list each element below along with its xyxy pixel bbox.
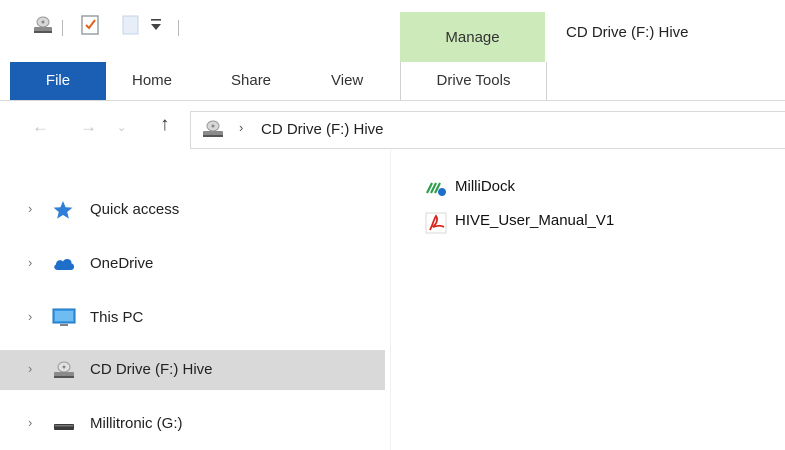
- sidebar-item-quick-access[interactable]: › Quick access: [0, 190, 385, 230]
- new-folder-icon[interactable]: [122, 14, 140, 41]
- monitor-icon: [52, 308, 76, 328]
- sidebar-item-label: Millitronic (G:): [90, 415, 183, 432]
- recent-locations-chevron-icon[interactable]: ⌄: [117, 121, 126, 134]
- sidebar-item-label: OneDrive: [90, 255, 154, 272]
- cd-drive-icon: [201, 118, 225, 145]
- sidebar-item-onedrive[interactable]: › OneDrive: [0, 244, 385, 284]
- address-bar[interactable]: › CD Drive (F:) Hive: [190, 111, 785, 149]
- expand-chevron-icon[interactable]: ›: [28, 361, 32, 376]
- tab-file[interactable]: File: [10, 62, 106, 100]
- tab-view[interactable]: View: [331, 62, 363, 100]
- sidebar-item-millitronic[interactable]: › Millitronic (G:): [0, 404, 385, 444]
- window-title: CD Drive (F:) Hive: [566, 24, 689, 41]
- star-icon: [52, 200, 76, 220]
- expand-chevron-icon[interactable]: ›: [28, 309, 32, 324]
- toolbar-separator: [62, 20, 63, 36]
- tab-home[interactable]: Home: [132, 62, 172, 100]
- back-arrow-icon[interactable]: ←: [32, 117, 49, 137]
- navigation-pane: › Quick access › OneDrive › This PC › CD…: [0, 180, 385, 450]
- usb-drive-icon: [52, 414, 76, 434]
- cloud-icon: [52, 254, 76, 274]
- sidebar-item-label: CD Drive (F:) Hive: [90, 361, 213, 378]
- sidebar-item-this-pc[interactable]: › This PC: [0, 298, 385, 338]
- sidebar-item-cd-drive[interactable]: › CD Drive (F:) Hive: [0, 350, 385, 390]
- quick-access-toolbar: [0, 0, 400, 56]
- breadcrumb-chevron-icon[interactable]: ›: [239, 120, 243, 135]
- tab-share[interactable]: Share: [231, 62, 271, 100]
- cd-drive-icon[interactable]: [32, 14, 54, 41]
- tab-drive-tools[interactable]: Drive Tools: [400, 62, 547, 100]
- file-name: HIVE_User_Manual_V1: [455, 212, 615, 229]
- up-arrow-icon[interactable]: ↑: [160, 114, 170, 136]
- forward-arrow-icon[interactable]: →: [80, 117, 97, 137]
- manage-contextual-tab[interactable]: Manage: [400, 12, 545, 62]
- expand-chevron-icon[interactable]: ›: [28, 415, 32, 430]
- file-name: MilliDock: [455, 178, 515, 195]
- customize-toolbar-icon[interactable]: [150, 18, 162, 37]
- ribbon-tabs: File Home Share View Drive Tools: [0, 62, 785, 101]
- millidock-app-icon: [425, 178, 449, 198]
- cd-drive-icon: [52, 360, 76, 380]
- pdf-icon: [425, 212, 449, 234]
- properties-icon[interactable]: [80, 14, 100, 41]
- expand-chevron-icon[interactable]: ›: [28, 255, 32, 270]
- expand-chevron-icon[interactable]: ›: [28, 201, 32, 216]
- sidebar-item-label: Quick access: [90, 201, 180, 218]
- toolbar-separator: [178, 20, 179, 36]
- sidebar-item-label: This PC: [90, 309, 144, 326]
- pane-divider: [390, 150, 391, 450]
- breadcrumb-current[interactable]: CD Drive (F:) Hive: [261, 121, 384, 138]
